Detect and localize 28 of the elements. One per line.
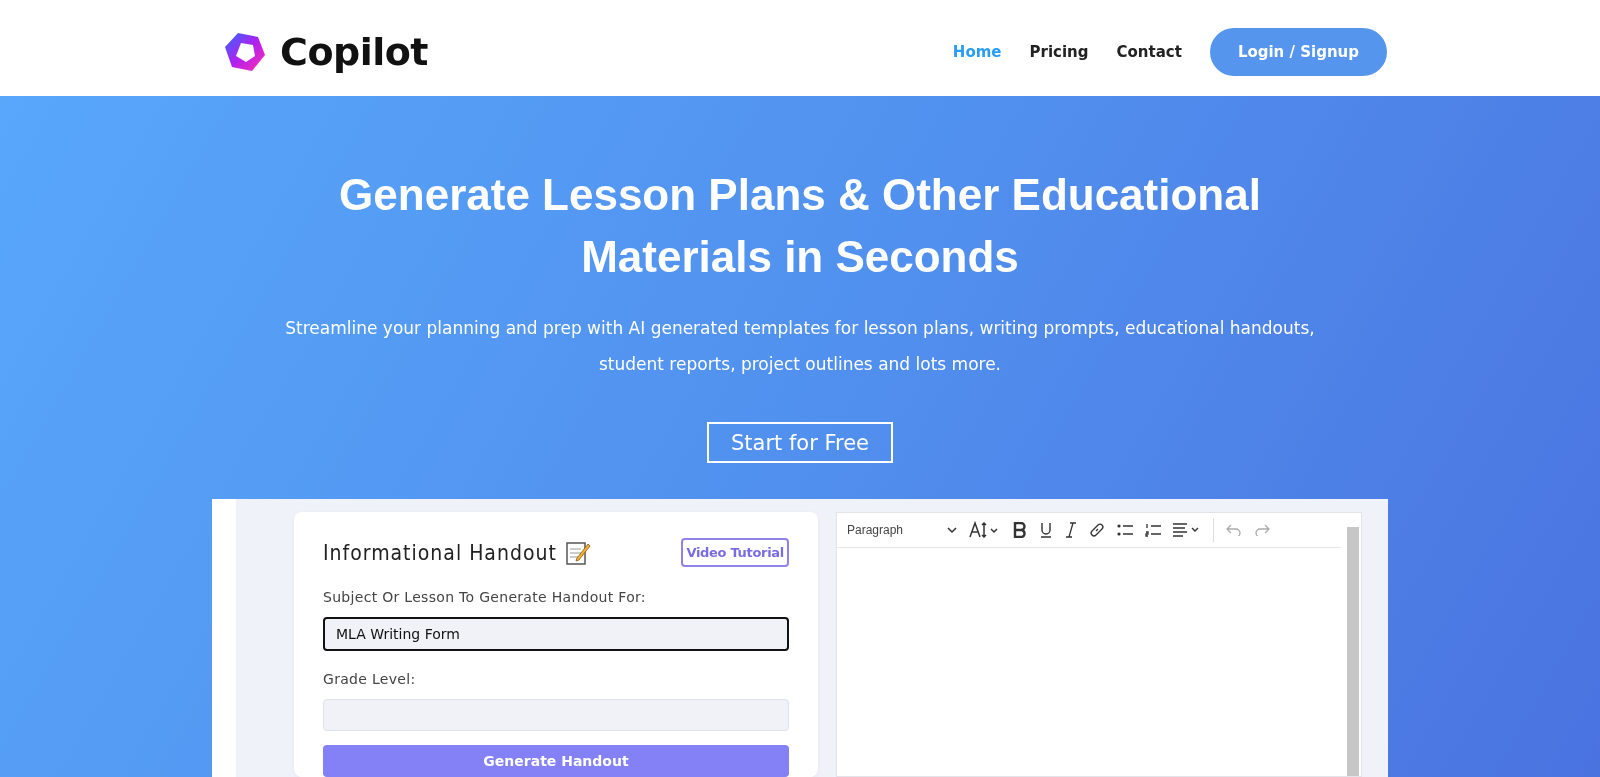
field-label: Subject Or Lesson To Generate Handout For: [323,589,647,605]
scrollbar[interactable] [1347,527,1359,776]
link-icon[interactable] [1089,522,1105,538]
italic-icon[interactable] [1065,522,1077,538]
nav-link[interactable]: Home [952,43,1002,61]
numbered-list-icon[interactable] [1145,523,1161,537]
font-size-icon[interactable] [969,521,1001,539]
logo-icon [224,31,266,73]
hero-subtitle: Streamline your planning and prep with AI generated templates for lesson plans, writing prompts, educational handouts, student reports, project outlines and lots more. [284,317,1316,376]
underline-icon[interactable] [1039,522,1053,538]
video-tutorial-button[interactable]: Video Tutorial [681,538,789,567]
login-button[interactable]: Login / Signup [1209,28,1387,76]
start-button[interactable]: Start for Free [706,422,894,463]
caret-icon [947,526,957,534]
memo-icon [564,539,591,566]
logo-text: Copilot [280,30,429,74]
nav-link[interactable]: Pricing [1029,43,1089,61]
bold-icon[interactable] [1013,522,1027,538]
block-format-dropdown[interactable]: Paragraph [847,523,957,537]
form-title: Informational Handout [323,540,557,565]
input-field[interactable]: MLA Writing Form [323,617,789,651]
field-label: Grade Level: [323,671,417,687]
generate-button[interactable]: Generate Handout [323,745,789,777]
align-icon[interactable] [1173,523,1201,537]
bullet-list-icon[interactable] [1117,523,1133,537]
nav-link[interactable]: Contact [1116,43,1182,61]
hero-title: Generate Lesson Plans & Other Educational Materials in Seconds [338,169,1262,283]
input-field[interactable] [323,699,789,731]
